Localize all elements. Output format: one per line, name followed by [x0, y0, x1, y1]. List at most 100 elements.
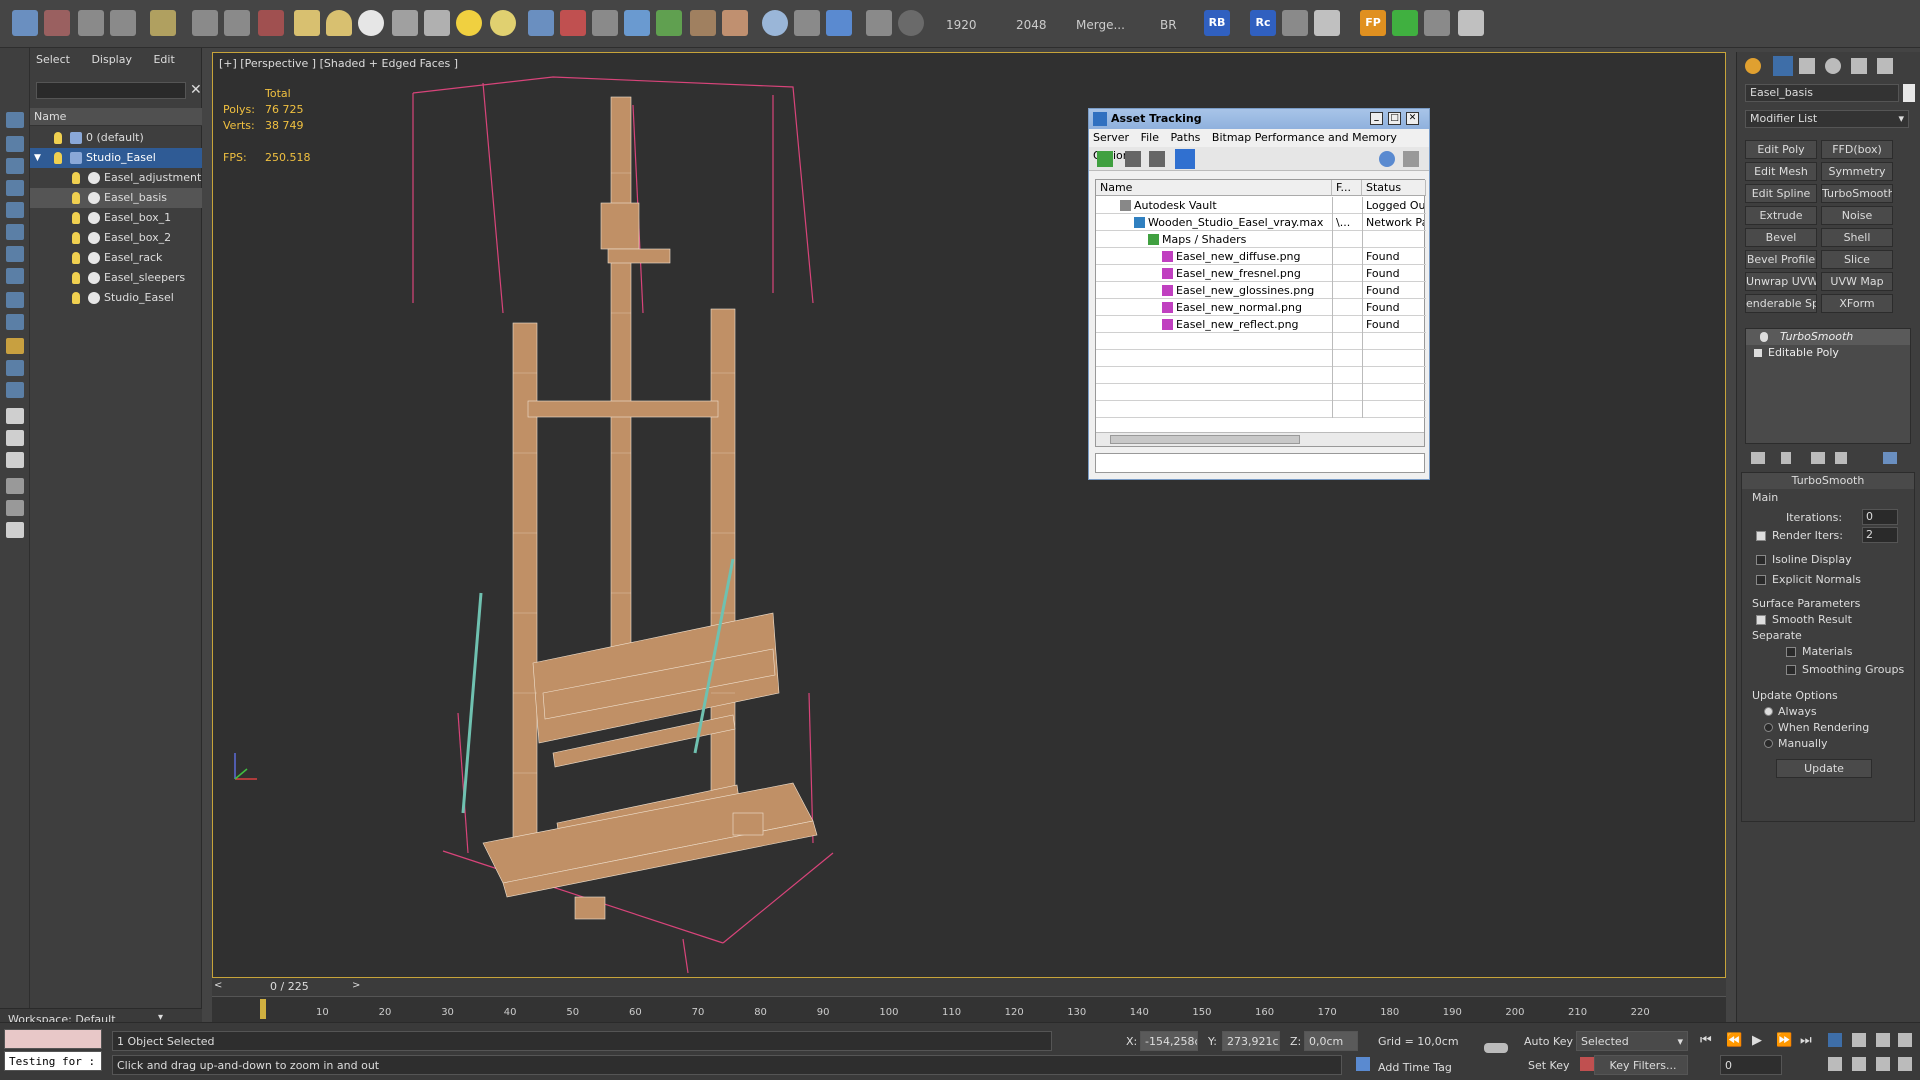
next-key-icon[interactable]: ⏩: [1776, 1033, 1792, 1048]
fp-button[interactable]: FP: [1360, 10, 1386, 36]
asset-menu-paths[interactable]: Paths: [1171, 131, 1201, 144]
remove-modifier-icon[interactable]: [1835, 452, 1847, 464]
detail-view-icon[interactable]: [1149, 151, 1165, 167]
visibility-bulb-icon[interactable]: [72, 292, 80, 304]
filter-icon[interactable]: [6, 478, 24, 494]
display-frozen-icon[interactable]: [6, 360, 24, 376]
visibility-bulb-icon[interactable]: [54, 152, 62, 164]
display-geometry-icon[interactable]: [6, 136, 24, 152]
modifier-button[interactable]: Noise: [1821, 206, 1893, 225]
table-icon[interactable]: [1458, 10, 1484, 36]
scene-tree-item[interactable]: Easel_sleepers: [30, 268, 202, 288]
modifier-button[interactable]: Bevel: [1745, 228, 1817, 247]
walk-through-icon[interactable]: [1898, 1057, 1912, 1071]
asset-menu-server[interactable]: Server: [1093, 131, 1129, 144]
rc-button[interactable]: Rc: [1250, 10, 1276, 36]
scene-menu-select[interactable]: Select: [36, 53, 70, 66]
hemisphere-icon[interactable]: [326, 10, 352, 36]
sun-light-icon[interactable]: [456, 10, 482, 36]
key-mode-icon[interactable]: [1580, 1057, 1594, 1071]
modifier-button[interactable]: enderable Splin: [1745, 294, 1817, 313]
br-button[interactable]: BR: [1160, 18, 1177, 32]
move-icon[interactable]: [192, 10, 218, 36]
time-tag-icon[interactable]: [1356, 1057, 1370, 1071]
display-shapes-icon[interactable]: [6, 158, 24, 174]
auto-key-button[interactable]: Auto Key: [1524, 1035, 1573, 1048]
materials-checkbox[interactable]: [1786, 647, 1796, 657]
visibility-bulb-icon[interactable]: [72, 192, 80, 204]
decal-icon[interactable]: [722, 10, 748, 36]
cone-icon[interactable]: [424, 10, 450, 36]
rb-button[interactable]: RB: [1204, 10, 1230, 36]
export-icon[interactable]: [866, 10, 892, 36]
maximize-viewport-icon[interactable]: [1898, 1033, 1912, 1047]
add-time-tag-label[interactable]: Add Time Tag: [1378, 1061, 1452, 1074]
close-icon[interactable]: ✕: [1406, 112, 1419, 125]
asset-row[interactable]: Wooden_Studio_Easel_vray.max \... Network …: [1096, 214, 1426, 231]
wrench-icon[interactable]: [1424, 10, 1450, 36]
unlink-icon[interactable]: [44, 10, 70, 36]
display-lights-icon[interactable]: [6, 180, 24, 196]
hierarchy-tab-icon[interactable]: [1799, 58, 1815, 74]
easel-model[interactable]: [213, 53, 1725, 977]
minimize-icon[interactable]: _: [1370, 112, 1383, 125]
expand-icon[interactable]: ▼: [34, 148, 41, 168]
pan-icon[interactable]: [1852, 1057, 1866, 1071]
show-end-result-icon[interactable]: [1781, 452, 1791, 464]
scene-tree-item[interactable]: Easel_rack: [30, 248, 202, 268]
visibility-bulb-icon[interactable]: [54, 132, 62, 144]
refresh-icon[interactable]: [1097, 151, 1113, 167]
time-cursor[interactable]: [260, 999, 266, 1019]
smooth-result-checkbox[interactable]: [1756, 615, 1766, 625]
smoothing-groups-checkbox[interactable]: [1786, 665, 1796, 675]
always-radio[interactable]: [1764, 707, 1773, 716]
asset-path-field[interactable]: [1095, 453, 1425, 473]
timeline-ruler[interactable]: 10 20 30 40 50 60 70 80 90 100 110 120 130 140 150 160 1…: [212, 996, 1726, 1022]
field-of-view-icon[interactable]: [1828, 1057, 1842, 1071]
configure-sets-icon[interactable]: [1883, 452, 1897, 464]
material-preview-icon[interactable]: [762, 10, 788, 36]
bind-spacewarp-icon[interactable]: [78, 10, 104, 36]
selection-set-dropdown[interactable]: Selected ▾: [1576, 1031, 1688, 1051]
scene-tree-item[interactable]: Studio_Easel: [30, 288, 202, 308]
modifier-button[interactable]: TurboSmooth: [1821, 184, 1893, 203]
asset-row[interactable]: Easel_new_reflect.png Found: [1096, 316, 1426, 333]
list-icon[interactable]: [1314, 10, 1340, 36]
modifier-button[interactable]: Symmetry: [1821, 162, 1893, 181]
display-containers-icon[interactable]: [6, 338, 24, 354]
render-height-value[interactable]: 2048: [1016, 18, 1047, 32]
scale-icon[interactable]: [258, 10, 284, 36]
scene-tree-item[interactable]: Easel_box_1: [30, 208, 202, 228]
zoom-region-icon[interactable]: [1876, 1033, 1890, 1047]
sort-icon[interactable]: [6, 408, 24, 424]
filter-settings-icon[interactable]: [6, 500, 24, 516]
create-tab-icon[interactable]: [1745, 58, 1761, 74]
scrollbar-thumb[interactable]: [1110, 435, 1300, 444]
teapot-icon[interactable]: [392, 10, 418, 36]
page-icon[interactable]: [6, 430, 24, 446]
sphere-icon[interactable]: [358, 10, 384, 36]
asset-row[interactable]: [1096, 350, 1426, 367]
asset-row[interactable]: [1096, 333, 1426, 350]
modifier-button[interactable]: Extrude: [1745, 206, 1817, 225]
modifier-button[interactable]: Shell: [1821, 228, 1893, 247]
visibility-bulb-icon[interactable]: [72, 252, 80, 264]
display-groups-icon[interactable]: [6, 268, 24, 284]
next-frame-icon[interactable]: >: [352, 980, 360, 991]
zoom-extents-icon[interactable]: [1828, 1033, 1842, 1047]
asset-col-name[interactable]: Name: [1096, 180, 1332, 196]
scatter-icon[interactable]: [528, 10, 554, 36]
update-button[interactable]: Update: [1776, 759, 1872, 778]
modifier-button[interactable]: Edit Poly: [1745, 140, 1817, 159]
render-width-value[interactable]: 1920: [946, 18, 977, 32]
asset-tracking-title[interactable]: Asset Tracking _ □ ✕: [1089, 109, 1429, 129]
modifier-button[interactable]: FFD(box): [1821, 140, 1893, 159]
display-tab-icon[interactable]: [1851, 58, 1867, 74]
help-icon[interactable]: [898, 10, 924, 36]
asset-menu-file[interactable]: File: [1141, 131, 1159, 144]
asset-row[interactable]: [1096, 401, 1426, 418]
select-link-icon[interactable]: [12, 10, 38, 36]
motion-tab-icon[interactable]: [1825, 58, 1841, 74]
maxscript-listener[interactable]: Testing for :: [4, 1051, 102, 1071]
time-slider[interactable]: < 0 / 225 >: [212, 978, 1726, 996]
